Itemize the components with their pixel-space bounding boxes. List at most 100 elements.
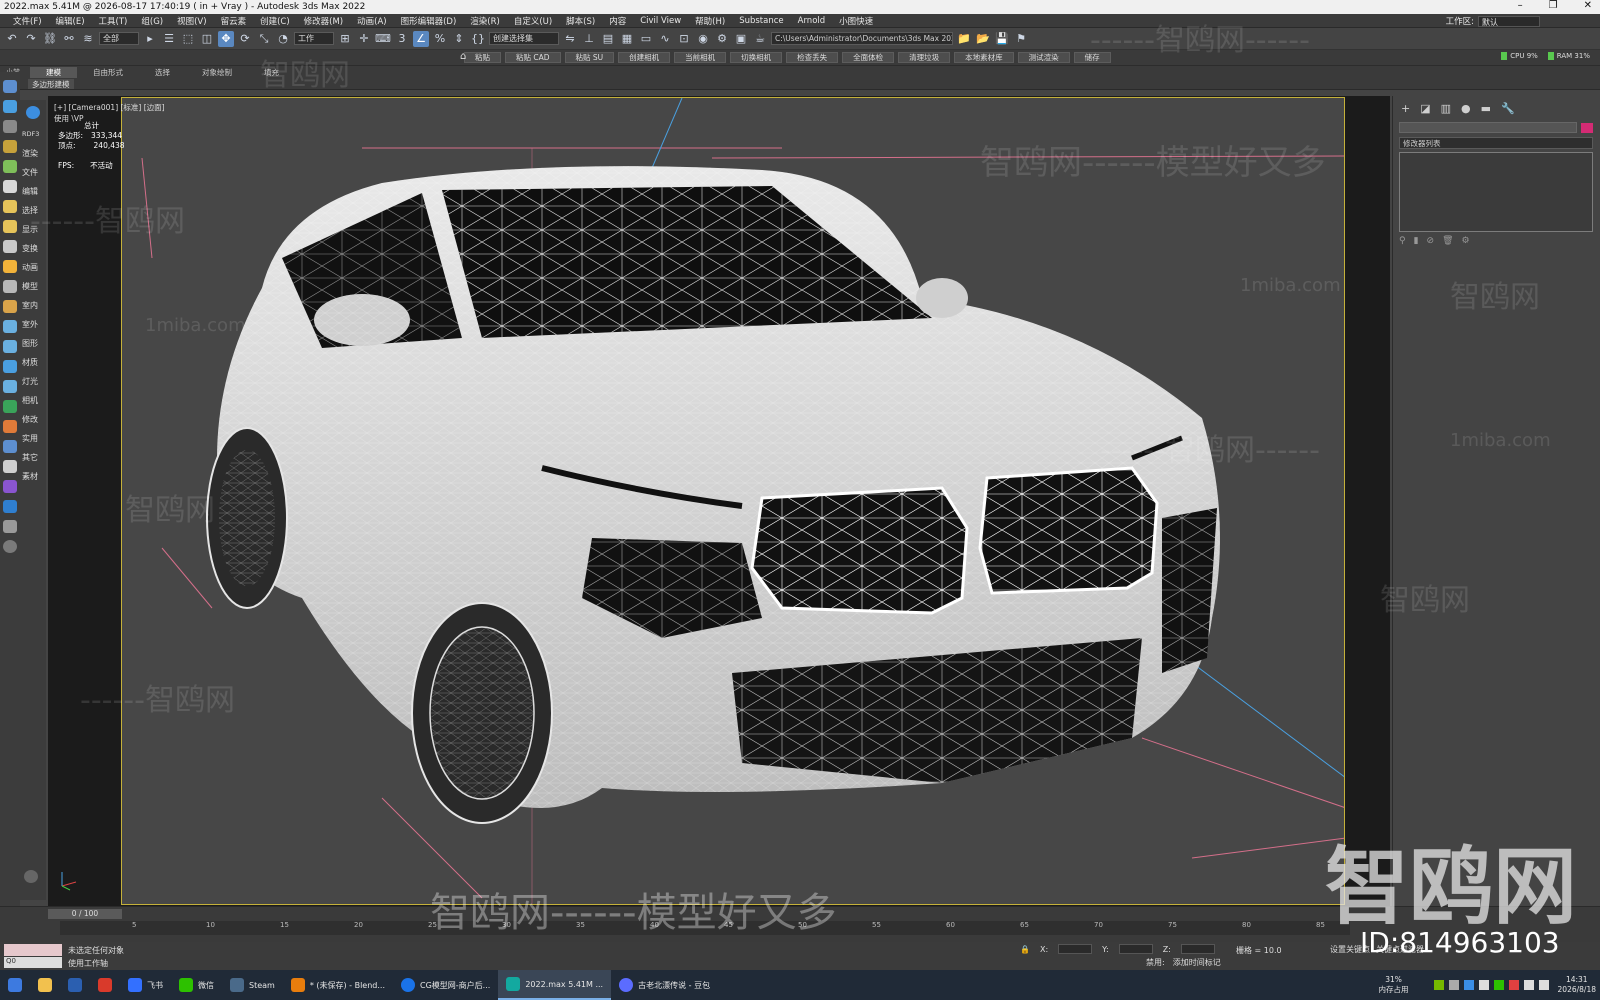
plugin-icon-18[interactable] [3,420,17,433]
tray-icon[interactable] [1463,980,1474,990]
volume-icon[interactable] [1538,980,1549,990]
menu-help[interactable]: 帮助(H) [688,15,732,27]
render-production-icon[interactable]: ☕ [752,31,768,47]
plugin-icon-8[interactable] [3,220,17,233]
spinner-snap-icon[interactable]: ⇕ [451,31,467,47]
plugin-label[interactable]: 室内 [22,300,38,311]
save-project-icon[interactable]: 💾 [994,31,1010,47]
minimize-button[interactable]: – [1518,0,1523,11]
plugin-icon-17[interactable] [3,400,17,413]
y-coordinate-field[interactable] [1118,944,1153,954]
settings-gear-icon[interactable] [24,870,38,883]
link-icon[interactable]: ⛓ [42,31,58,47]
paste-cad-button[interactable]: 粘贴 CAD [505,52,561,63]
object-color-swatch[interactable] [1581,123,1593,133]
maxscript-listener-input[interactable] [4,944,62,956]
window-crossing-icon[interactable]: ◫ [199,31,215,47]
angle-snap-icon[interactable]: ∠ [413,30,429,47]
plugin-icon-13[interactable] [3,320,17,333]
plugin-icon-14[interactable] [3,340,17,353]
plugin-label[interactable]: 修改 [22,414,38,425]
menu-scripting[interactable]: 脚本(S) [559,15,602,27]
pivot-center-icon[interactable]: ⊞ [337,31,353,47]
viewport-label-text[interactable]: [+] [Camera001] [标准] [边面] [54,103,165,112]
unlink-icon[interactable]: ⚯ [61,31,77,47]
powershell-button[interactable] [60,970,90,1000]
tab-selection[interactable]: 选择 [139,67,186,78]
taskbar-app[interactable]: CG模型网-商户后... [393,970,498,1000]
plugin-icon-15[interactable] [3,360,17,373]
redo-icon[interactable]: ↷ [23,31,39,47]
plugin-label[interactable]: 图形 [22,338,38,349]
paste-su-button[interactable]: 粘贴 SU [564,52,615,63]
plugin-icon-4[interactable] [3,140,17,153]
plugin-icon-20[interactable] [3,460,17,473]
plugin-icon-23[interactable] [3,520,17,533]
schematic-view-icon[interactable]: ⊡ [676,31,692,47]
polygon-modeling-panel[interactable]: 多边形建模 [28,79,74,89]
menu-edit[interactable]: 编辑(E) [49,15,92,27]
tab-object-paint[interactable]: 对象绘制 [186,67,248,78]
plugin-label[interactable]: 渲染 [22,148,38,159]
toggle-scene-explorer-icon[interactable]: ▤ [600,31,616,47]
full-check-button[interactable]: 全面体检 [842,52,895,63]
project-folder-icon[interactable]: 📁 [956,31,972,47]
workspace-dropdown[interactable]: 默认 [1478,15,1540,27]
plugin-icon-9[interactable] [3,240,17,253]
plugin-icon-12[interactable] [3,300,17,313]
render-setup-icon[interactable]: ⚙ [714,31,730,47]
plugin-icon-19[interactable] [3,440,17,453]
maximize-button[interactable]: ❐ [1549,0,1558,11]
plugin-label[interactable]: 材质 [22,357,38,368]
menu-create[interactable]: 创建(C) [253,15,297,27]
remove-modifier-icon[interactable]: 🗑 [1442,236,1453,246]
z-coordinate-field[interactable] [1180,944,1215,954]
tray-icon[interactable] [1493,980,1504,990]
menu-rendering[interactable]: 渲染(R) [463,15,507,27]
file-explorer-button[interactable] [30,970,60,1000]
configure-modifier-sets-icon[interactable]: ⚙ [1462,236,1470,246]
plugin-icon-6[interactable] [3,180,17,193]
menu-group[interactable]: 组(G) [134,15,170,27]
network-icon[interactable] [1523,980,1534,990]
plugin-label[interactable]: 灯光 [22,376,38,387]
plugin-icon-16[interactable] [3,380,17,393]
clean-garbage-button[interactable]: 清理垃圾 [898,52,951,63]
plugin-label[interactable]: 变换 [22,243,38,254]
bind-space-warp-icon[interactable]: ≋ [80,31,96,47]
menu-modifiers[interactable]: 修改器(M) [297,15,350,27]
selection-region-icon[interactable]: ⬚ [180,31,196,47]
test-render-button[interactable]: 测试渲染 [1017,52,1070,63]
reference-coordinate-dropdown[interactable]: 工作 [294,32,334,45]
tray-icon[interactable] [1478,980,1489,990]
taskbar-app[interactable]: Steam [222,970,283,1000]
local-library-button[interactable]: 本地素材库 [954,52,1014,63]
rdf3-logo-icon[interactable] [26,106,40,119]
make-unique-icon[interactable]: ⊘ [1427,236,1435,246]
plugin-icon-5[interactable] [3,160,17,173]
menu-arnold[interactable]: Arnold [791,16,833,26]
plugin-icon-3[interactable] [3,120,17,133]
plugin-icon-21[interactable] [3,480,17,493]
scale-icon[interactable]: ⤡ [256,31,272,47]
curve-editor-icon[interactable]: ∿ [657,31,673,47]
plugin-icon-22[interactable] [3,500,17,513]
select-object-icon[interactable]: ▸ [142,31,158,47]
plugin-label[interactable]: 文件 [22,167,38,178]
switch-camera-button[interactable]: 切换相机 [730,52,783,63]
plugin-label[interactable]: 室外 [22,319,38,330]
show-end-result-icon[interactable]: ▮ [1414,236,1419,246]
close-button[interactable]: ✕ [1584,0,1592,11]
wps-button[interactable] [90,970,120,1000]
plugin-icon-1[interactable] [3,80,17,93]
rendered-frame-window-icon[interactable]: ▣ [733,31,749,47]
viewport-safe-frame[interactable] [121,97,1345,905]
nvidia-icon[interactable] [1433,980,1444,990]
edit-named-selection-icon[interactable]: {} [470,31,486,47]
open-project-icon[interactable]: 📂 [975,31,991,47]
select-by-name-icon[interactable]: ☰ [161,31,177,47]
utilities-panel-icon[interactable]: 🔧 [1501,102,1515,115]
check-missing-button[interactable]: 检查丢失 [786,52,839,63]
menu-plugin[interactable]: 留云素 [214,15,254,27]
keyboard-shortcut-icon[interactable]: ⌨ [375,31,391,47]
